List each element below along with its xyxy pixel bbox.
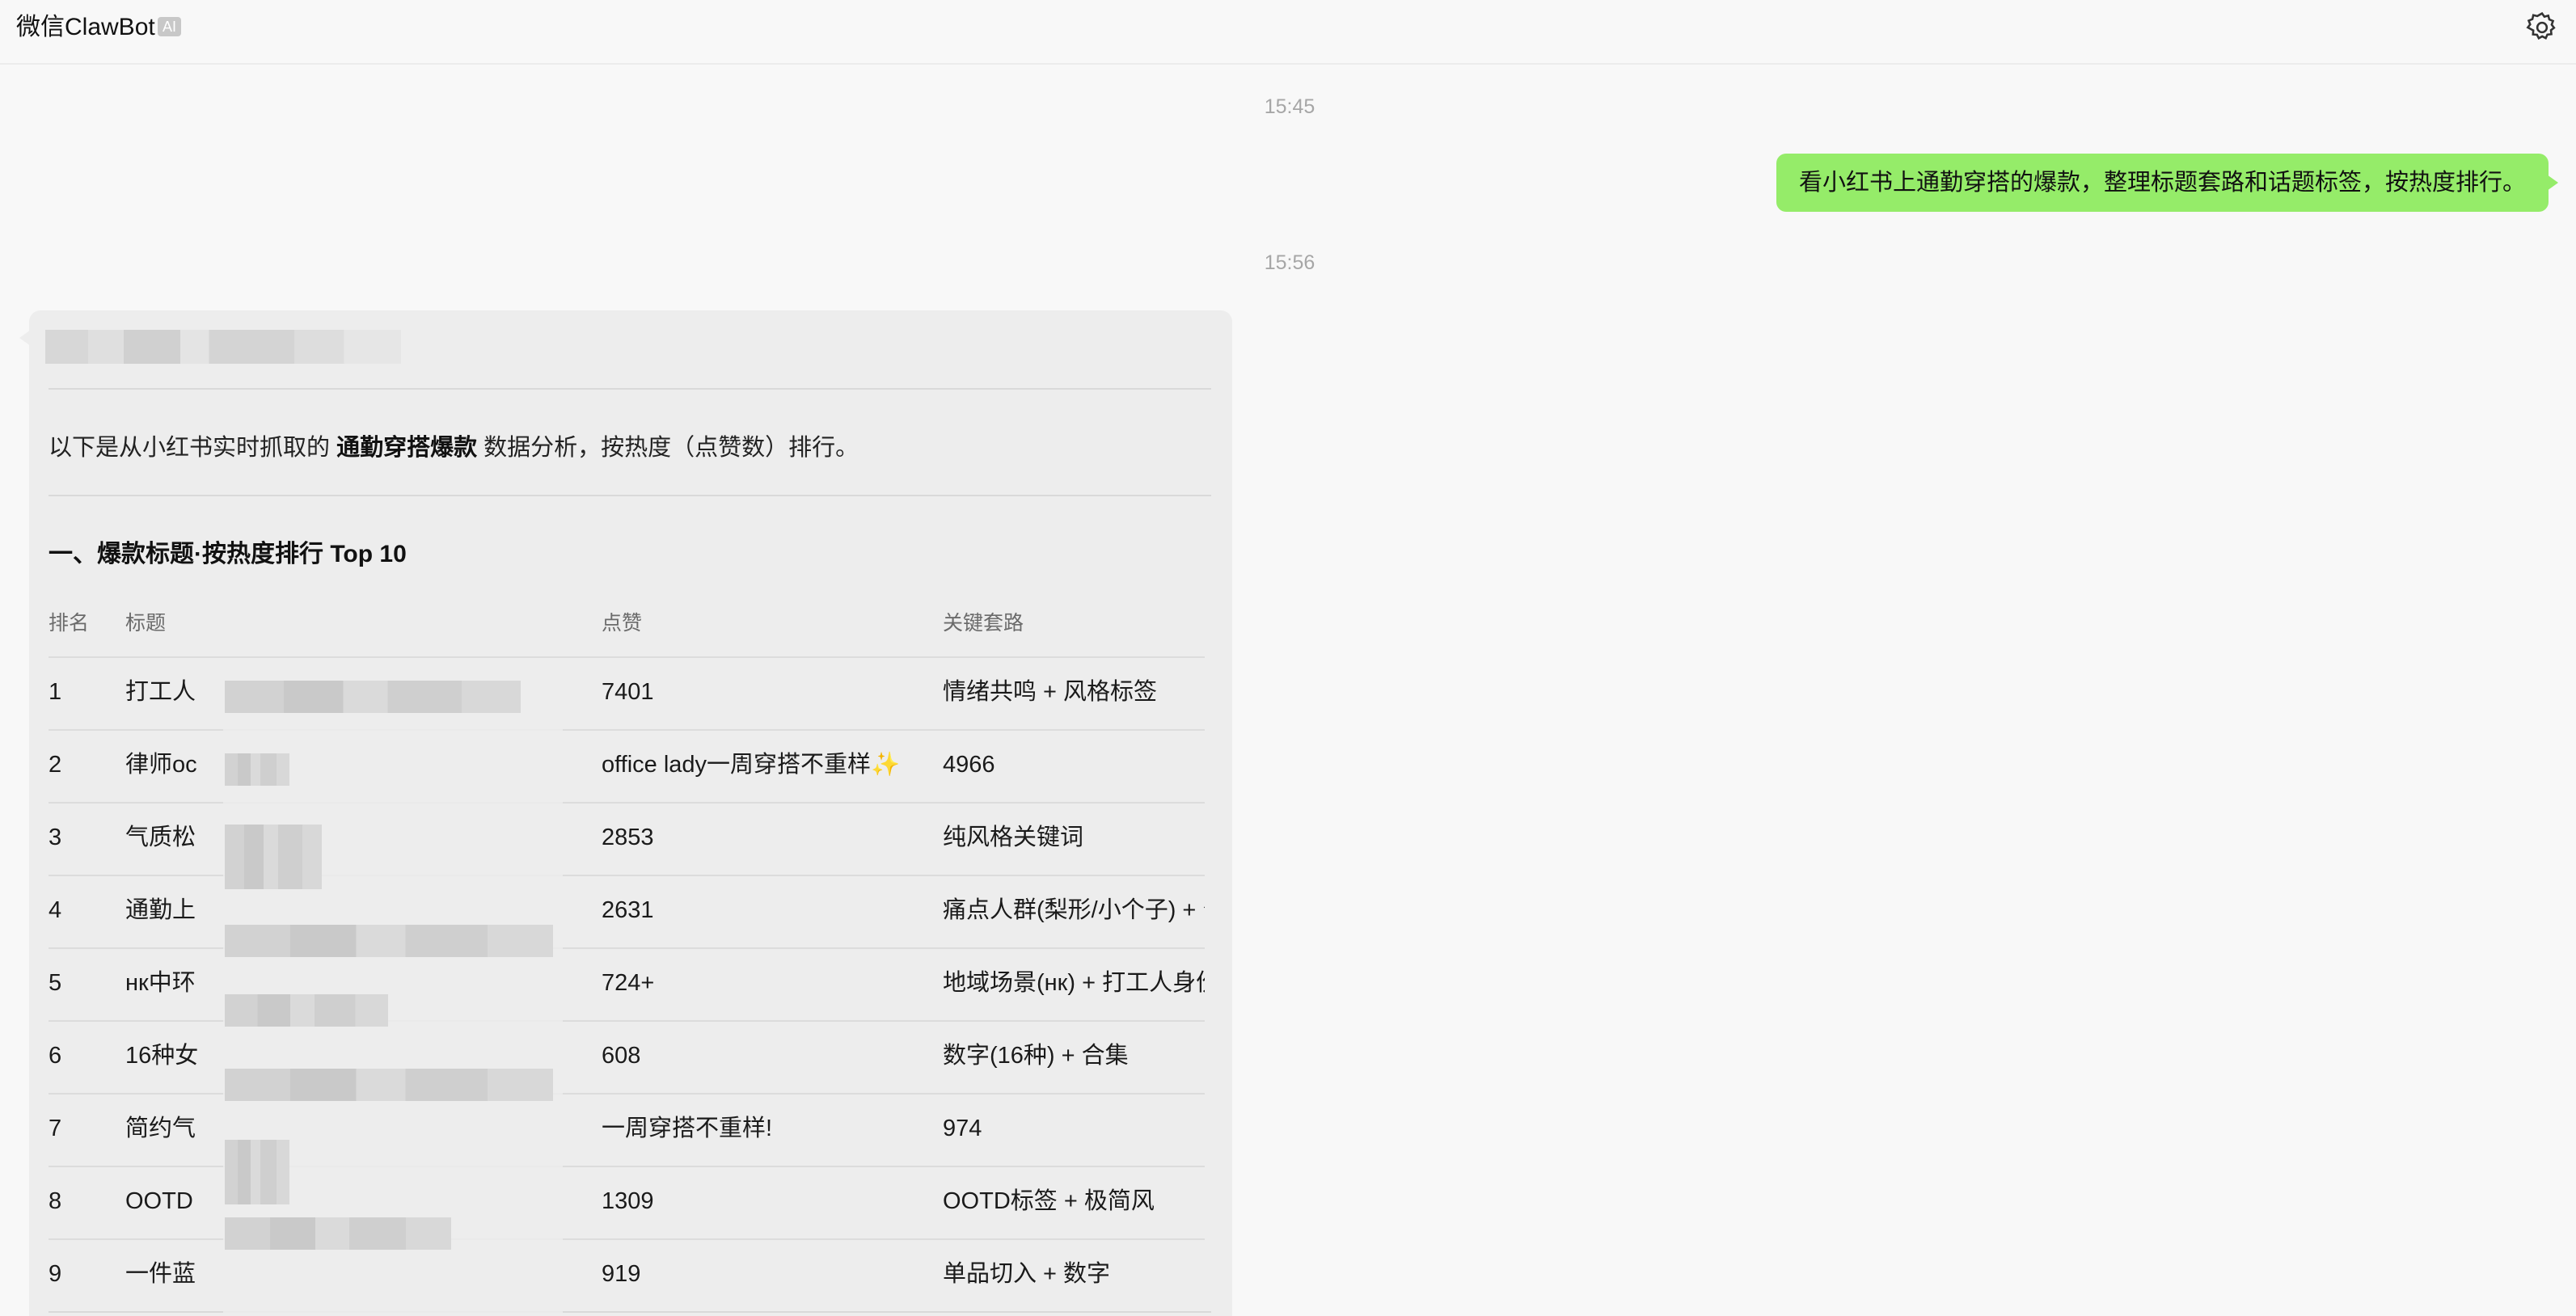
cell-rank: 3: [49, 825, 62, 850]
cell-key: 数字(16种) + 合集: [943, 1043, 1129, 1069]
column-header-key: 关键套路: [943, 612, 1024, 635]
cell-rank: 9: [49, 1261, 62, 1287]
cell-rank: 5: [49, 970, 62, 996]
cell-key: 纯风格关键词: [943, 825, 1084, 850]
section-heading: 一、爆款标题·按热度排行 Top 10: [49, 541, 407, 567]
redaction-block: [225, 825, 322, 889]
cell-rank: 7: [49, 1116, 62, 1141]
intro-bold: 通勤穿搭爆款: [336, 435, 478, 461]
app-title: 微信ClawBot: [16, 14, 155, 40]
cell-key: 单品切入 + 数字: [943, 1261, 1111, 1287]
cell-title: нк中环: [125, 970, 196, 996]
message-timestamp: 15:45: [1264, 95, 1315, 118]
bot-message-bubble[interactable]: 以下是从小红书实时抓取的 通勤穿搭爆款 数据分析，按热度（点赞数）排行。 一、爆…: [29, 310, 1232, 1316]
table-row: 7 简约气 一周穿搭不重样! 974: [49, 1093, 1205, 1166]
table-row: 8 OOTD 1309 OOTD标签 + 极简风: [49, 1166, 1205, 1238]
divider: [49, 388, 1211, 390]
app-window: 微信ClawBot AI 15:45 15:56 看小红书上通勤穿搭的爆款，整理…: [0, 0, 2576, 1316]
cell-title: 16种女: [125, 1043, 199, 1069]
cell-key: 情绪共鸣 + 风格标签: [943, 679, 1158, 705]
redacted-header-text: [45, 330, 401, 364]
cell-likes: 919: [602, 1261, 641, 1287]
cell-title: 简约气: [125, 1116, 196, 1141]
table-row: 1 打工人 7401 情绪共鸣 + 风格标签: [49, 656, 1205, 729]
intro-prefix: 以下是从小红书实时抓取的: [49, 435, 337, 461]
redaction-block: [225, 925, 553, 957]
cell-likes: 1309: [602, 1188, 654, 1214]
cell-key: 痛点人群(梨形/小个子) + 公: [943, 897, 1205, 923]
cell-title: 气质松: [125, 825, 196, 850]
user-message-bubble[interactable]: 看小红书上通勤穿搭的爆款，整理标题套路和话题标签，按热度排行。: [1776, 154, 2559, 212]
cell-likes: 2631: [602, 897, 654, 923]
cell-rank: 1: [49, 679, 62, 705]
cell-rank: 2: [49, 752, 62, 778]
settings-button[interactable]: [2524, 10, 2560, 45]
table-row: 9 一件蓝 919 单品切入 + 数字: [49, 1238, 1205, 1311]
redaction-block: [225, 1217, 451, 1250]
table-row: 5 нк中环 724+ 地域场景(нк) + 打工人身份: [49, 947, 1205, 1020]
cell-key: 974: [943, 1116, 982, 1141]
column-header-rank: 排名: [49, 612, 90, 635]
cell-likes: 724+: [602, 970, 655, 996]
cell-rank: 6: [49, 1043, 62, 1069]
redaction-block: [225, 1069, 553, 1101]
redacted-title-area: [223, 666, 563, 1316]
ai-badge: AI: [158, 17, 182, 36]
cell-likes: 2853: [602, 825, 654, 850]
cell-key: 4966: [943, 752, 995, 778]
cell-likes: 608: [602, 1043, 641, 1069]
cell-likes: office lady一周穿搭不重样✨: [602, 752, 901, 778]
cell-title: 律师oc: [125, 752, 197, 778]
cell-likes: 7401: [602, 679, 654, 705]
intro-suffix: 数据分析，按热度（点赞数）排行。: [477, 435, 859, 461]
redaction-block: [225, 681, 521, 713]
cell-rank: 4: [49, 897, 62, 923]
message-timestamp: 15:56: [1264, 251, 1315, 274]
cell-title: OOTD: [125, 1188, 193, 1214]
cell-title: 通勤上: [125, 897, 196, 923]
cell-rank: 8: [49, 1188, 62, 1214]
cell-title: 一件蓝: [125, 1261, 196, 1287]
intro-text: 以下是从小红书实时抓取的 通勤穿搭爆款 数据分析，按热度（点赞数）排行。: [49, 432, 859, 464]
column-header-title: 标题: [125, 612, 167, 635]
cell-likes: 一周穿搭不重样!: [602, 1116, 773, 1141]
table-row: 6 16种女 608 数字(16种) + 合集: [49, 1020, 1205, 1093]
cell-key: OOTD标签 + 极简风: [943, 1188, 1155, 1214]
table-row: 3 气质松 2853 纯风格关键词: [49, 802, 1205, 875]
table-row: 4 通勤上 2631 痛点人群(梨形/小个子) + 公: [49, 875, 1205, 947]
cell-key: 地域场景(нк) + 打工人身份: [943, 970, 1205, 996]
redaction-block: [225, 994, 388, 1027]
redaction-block: [225, 1140, 289, 1204]
table-row: 2 律师oc office lady一周穿搭不重样✨ 4966: [49, 729, 1205, 802]
divider: [49, 495, 1211, 496]
title-bar: 微信ClawBot AI: [0, 0, 2576, 65]
column-header-likes: 点赞: [602, 612, 643, 635]
redaction-block: [225, 753, 289, 786]
cell-title: 打工人: [125, 679, 196, 705]
gear-icon: [2526, 11, 2556, 40]
